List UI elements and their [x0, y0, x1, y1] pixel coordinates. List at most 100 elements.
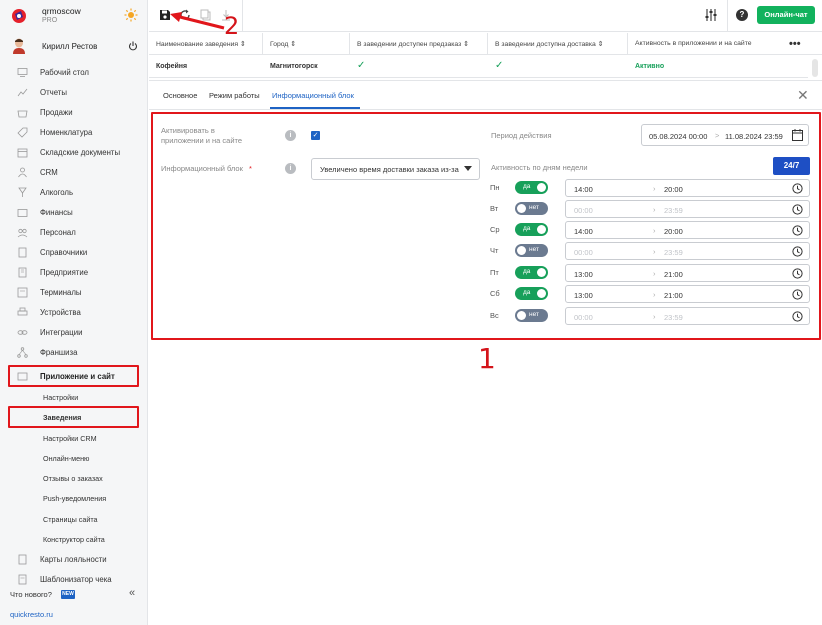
sidebar-item-sales[interactable]: Продажи	[0, 102, 148, 122]
sidebar-item-warehouse[interactable]: Складские документы	[0, 142, 148, 162]
annotation-number-two: 2	[224, 12, 240, 40]
sidebar-subitem-settings[interactable]: Настройки	[0, 387, 148, 407]
chart-icon	[17, 88, 28, 97]
toolbar-divider	[242, 0, 243, 32]
brand-name: qrmoscow	[42, 6, 81, 16]
sidebar-item-receipt-template[interactable]: Шаблонизатор чека	[0, 569, 148, 589]
brand-plan: PRO	[42, 17, 58, 24]
link-icon	[17, 330, 28, 335]
sidebar-item-label: Справочники	[40, 248, 88, 257]
sidebar-item-devices[interactable]: Устройства	[0, 302, 148, 322]
sidebar-subitem-crm-settings[interactable]: Настройки CRM	[0, 428, 148, 448]
sidebar-item-loyalty-cards[interactable]: Карты лояльности	[0, 549, 148, 569]
tab-info-block[interactable]: Информационный блок	[272, 91, 354, 100]
printer-icon	[17, 307, 28, 316]
sidebar: qrmoscow PRO Кирилл Рестов Рабочий стол …	[0, 0, 148, 625]
cell-name: Кофейня	[149, 55, 263, 78]
new-badge: NEW	[61, 590, 75, 599]
sun-icon[interactable]	[124, 8, 138, 22]
sidebar-subitem-site-pages[interactable]: Страницы сайта	[0, 509, 148, 529]
sidebar-item-label: Отчеты	[40, 88, 67, 97]
annotation-arrow-icon	[170, 12, 225, 30]
sidebar-subitem-label: Настройки	[43, 393, 79, 402]
sidebar-subitem-order-reviews[interactable]: Отзывы о заказах	[0, 468, 148, 488]
column-header-name[interactable]: Наименование заведения ⇕	[149, 33, 263, 55]
cell-delivery-check-icon: ✓	[488, 55, 628, 78]
sidebar-item-nomenclature[interactable]: Номенклатура	[0, 122, 148, 142]
card-icon	[18, 554, 27, 565]
sidebar-subitem-online-menu[interactable]: Онлайн-меню	[0, 448, 148, 468]
settings-sliders-icon[interactable]	[704, 8, 718, 22]
online-chat-button[interactable]: Онлайн-чат	[757, 6, 815, 24]
sidebar-item-franchise[interactable]: Франшиза	[0, 342, 148, 362]
terminal-icon	[17, 287, 28, 298]
site-link[interactable]: quickresto.ru	[10, 610, 53, 619]
sidebar-item-label: Предприятие	[40, 268, 89, 277]
building-icon	[18, 267, 27, 278]
sidebar-item-label: Складские документы	[40, 148, 121, 157]
sidebar-item-terminals[interactable]: Терминалы	[0, 282, 148, 302]
sidebar-item-reports[interactable]: Отчеты	[0, 82, 148, 102]
sidebar-item-label: Номенклатура	[40, 128, 93, 137]
table-scrollbar[interactable]	[812, 59, 818, 77]
sidebar-subitem-label: Конструктор сайта	[43, 535, 105, 544]
sidebar-item-staff[interactable]: Персонал	[0, 222, 148, 242]
sidebar-item-integrations[interactable]: Интеграции	[0, 322, 148, 342]
sidebar-item-enterprise[interactable]: Предприятие	[0, 262, 148, 282]
sidebar-item-directories[interactable]: Справочники	[0, 242, 148, 262]
sidebar-item-label: Франшиза	[40, 348, 78, 357]
sidebar-subitem-site-builder[interactable]: Конструктор сайта	[0, 529, 148, 549]
sidebar-item-label: Устройства	[40, 308, 81, 317]
sidebar-subitem-label: Онлайн-меню	[43, 454, 90, 463]
brand[interactable]: qrmoscow PRO	[0, 0, 148, 32]
sidebar-item-label: Шаблонизатор чека	[40, 575, 112, 584]
sidebar-subitem-label: Страницы сайта	[43, 515, 98, 524]
help-icon[interactable]: ?	[736, 9, 748, 21]
close-icon[interactable]: ✕	[797, 87, 809, 104]
sidebar-item-label: Интеграции	[40, 328, 83, 337]
sidebar-item-label: Алкоголь	[40, 188, 74, 197]
sidebar-subitem-push[interactable]: Push-уведомления	[0, 488, 148, 508]
column-header-city[interactable]: Город ⇕	[263, 33, 350, 55]
annotation-box-establishments	[8, 406, 139, 428]
crm-icon	[18, 167, 27, 178]
tab-main[interactable]: Основное	[163, 91, 197, 100]
cell-preorder-check-icon: ✓	[350, 55, 488, 78]
avatar	[13, 38, 25, 54]
wallet-icon	[17, 209, 28, 217]
user-name: Кирилл Рестов	[42, 42, 98, 51]
establishments-table: Наименование заведения ⇕ Город ⇕ В завед…	[149, 33, 822, 79]
box-icon	[17, 148, 28, 158]
annotation-box-info-block	[151, 112, 821, 340]
basket-icon	[17, 110, 28, 118]
whats-new-link[interactable]: Что нового?	[10, 590, 52, 599]
column-header-delivery[interactable]: В заведении доступна доставка ⇕	[488, 33, 628, 55]
toolbar-divider	[727, 0, 728, 32]
sidebar-item-label: CRM	[40, 168, 58, 177]
more-icon[interactable]: •••	[789, 38, 801, 50]
sidebar-item-label: Персонал	[40, 228, 76, 237]
sidebar-item-label: Рабочий стол	[40, 68, 89, 77]
sidebar-item-label: Продажи	[40, 108, 73, 117]
network-icon	[17, 347, 28, 358]
sidebar-item-finance[interactable]: Финансы	[0, 202, 148, 222]
user-block[interactable]: Кирилл Рестов	[0, 36, 148, 58]
receipt-icon	[18, 574, 27, 585]
sidebar-item-label: Карты лояльности	[40, 555, 107, 564]
sidebar-item-alcohol[interactable]: Алкоголь	[0, 182, 148, 202]
detail-tabs: Основное Режим работы Информационный бло…	[149, 80, 822, 110]
power-icon[interactable]	[128, 41, 138, 51]
annotation-box-app-and-site	[8, 365, 139, 387]
sidebar-item-desktop[interactable]: Рабочий стол	[0, 62, 148, 82]
logo-icon	[12, 9, 26, 23]
column-header-preorder[interactable]: В заведении доступен предзаказ ⇕	[350, 33, 488, 55]
sidebar-item-crm[interactable]: CRM	[0, 162, 148, 182]
book-icon	[18, 247, 27, 258]
annotation-number-one: 1	[478, 342, 496, 375]
cell-activity: Активно	[628, 55, 808, 78]
cell-city: Магнитогорск	[263, 55, 350, 78]
tab-work-mode[interactable]: Режим работы	[209, 91, 260, 100]
sidebar-item-label: Финансы	[40, 208, 73, 217]
collapse-sidebar-icon[interactable]: «	[129, 587, 135, 599]
active-tab-indicator	[270, 107, 360, 109]
